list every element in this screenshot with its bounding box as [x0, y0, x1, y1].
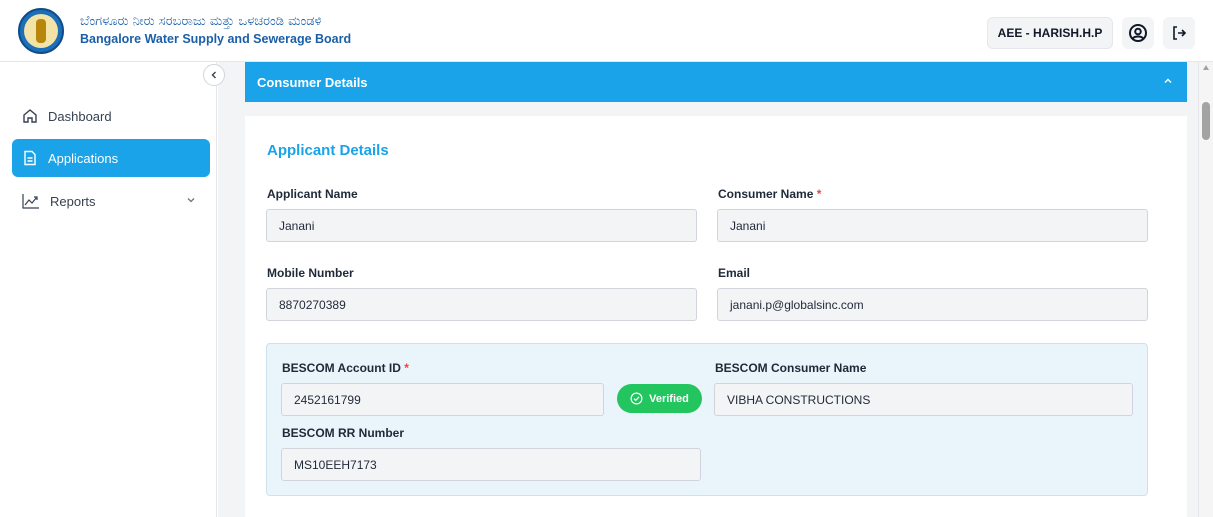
sidebar-item-label: Dashboard	[48, 108, 112, 124]
bescom-rr-number-label: BESCOM RR Number	[282, 426, 405, 440]
user-badge[interactable]: AEE - HARISH.H.P	[987, 17, 1113, 49]
page-scrollbar[interactable]	[1198, 62, 1213, 517]
consumer-details-accordion[interactable]: Consumer Details	[245, 62, 1187, 102]
bescom-rr-number-field[interactable]: MS10EEH7173	[281, 448, 701, 481]
sidebar: Dashboard Applications Reports	[0, 62, 217, 517]
applicant-name-label: Applicant Name	[267, 187, 358, 201]
home-icon	[23, 109, 37, 123]
app-header: ಬೆಂಗಳೂರು ನೀರು ಸರಬರಾಜು ಮತ್ತು ಒಳಚರಂಡಿ ಮಂಡಳ…	[0, 0, 1213, 62]
bescom-consumer-name-label: BESCOM Consumer Name	[715, 361, 867, 375]
bescom-details-panel: BESCOM Account ID * 2452161799 Verified …	[266, 343, 1148, 496]
profile-button[interactable]	[1122, 17, 1154, 49]
mobile-number-label: Mobile Number	[267, 266, 354, 280]
sidebar-item-label: Reports	[50, 193, 96, 209]
consumer-name-label: Consumer Name *	[718, 187, 822, 201]
main-content: Consumer Details Applicant Details Appli…	[218, 62, 1198, 517]
sidebar-item-dashboard[interactable]: Dashboard	[12, 97, 210, 135]
accordion-title: Consumer Details	[257, 74, 368, 90]
bescom-account-id-label: BESCOM Account ID *	[282, 361, 409, 375]
chevron-left-icon	[211, 71, 216, 79]
bescom-account-id-field[interactable]: 2452161799	[281, 383, 604, 416]
trend-chart-icon	[22, 194, 39, 209]
sidebar-item-reports[interactable]: Reports	[12, 182, 210, 220]
applicant-name-field[interactable]: Janani	[266, 209, 697, 242]
applicant-details-card: Applicant Details Applicant Name Janani …	[245, 116, 1187, 517]
sidebar-item-label: Applications	[48, 150, 119, 166]
consumer-name-field[interactable]: Janani	[717, 209, 1148, 242]
section-title: Applicant Details	[267, 142, 389, 159]
scroll-up-arrow[interactable]	[1203, 65, 1209, 70]
scroll-thumb[interactable]	[1202, 102, 1210, 140]
email-field[interactable]: janani.p@globalsinc.com	[717, 288, 1148, 321]
brand-title-english: Bangalore Water Supply and Sewerage Boar…	[80, 32, 352, 46]
mobile-number-field[interactable]: 8870270389	[266, 288, 697, 321]
check-circle-icon	[630, 392, 643, 405]
brand-title-kannada: ಬೆಂಗಳೂರು ನೀರು ಸರಬರಾಜು ಮತ್ತು ಒಳಚರಂಡಿ ಮಂಡಳ…	[80, 14, 322, 29]
email-label: Email	[718, 266, 751, 280]
logout-icon	[1173, 26, 1187, 40]
required-mark: *	[816, 187, 822, 201]
chevron-down-icon	[187, 198, 195, 203]
sidebar-item-applications[interactable]: Applications	[12, 139, 210, 177]
chevron-up-icon	[1164, 78, 1172, 83]
sidebar-collapse-button[interactable]	[203, 64, 225, 86]
verified-label: Verified	[649, 392, 689, 405]
brand-title: ಬೆಂಗಳೂರು ನೀರು ಸರಬರಾಜು ಮತ್ತು ಒಳಚರಂಡಿ ಮಂಡಳ…	[80, 14, 351, 46]
document-icon	[24, 150, 36, 166]
user-circle-icon	[1129, 24, 1147, 42]
logout-button[interactable]	[1163, 17, 1195, 49]
verified-badge: Verified	[617, 384, 702, 413]
required-mark: *	[404, 361, 409, 375]
bwssb-logo	[18, 8, 64, 54]
bescom-consumer-name-field[interactable]: VIBHA CONSTRUCTIONS	[714, 383, 1133, 416]
